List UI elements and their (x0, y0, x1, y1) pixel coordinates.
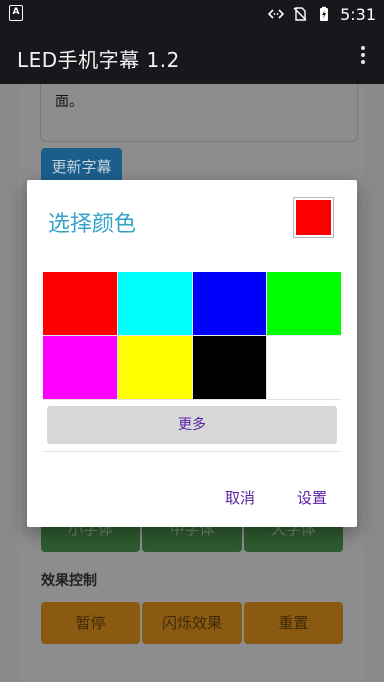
color-swatch-blue[interactable] (192, 272, 267, 335)
selected-color-preview (293, 197, 334, 238)
color-swatch-green[interactable] (267, 272, 341, 335)
dialog-title: 选择颜色 (48, 212, 137, 237)
color-picker-dialog: 选择颜色 更多 取消 设置 (27, 180, 357, 527)
divider (43, 451, 341, 452)
blink-effect-button[interactable]: 闪烁效果 (142, 602, 242, 644)
color-swatch-black[interactable] (192, 336, 267, 399)
cancel-button[interactable]: 取消 (225, 487, 255, 508)
subtitle-text-input[interactable] (40, 84, 358, 142)
color-swatch-red[interactable] (43, 272, 117, 335)
effect-control-label: 效果控制 (41, 573, 97, 589)
accessibility-notification-icon: A (9, 5, 23, 21)
divider (43, 399, 341, 400)
status-time: 5:31 (340, 4, 376, 24)
status-bar: A 5:31 (0, 0, 384, 28)
app-bar: LED手机字幕 1.2 (0, 28, 384, 84)
color-swatch-yellow[interactable] (117, 336, 192, 399)
pause-button[interactable]: 暂停 (41, 602, 141, 644)
code-brackets-icon (268, 9, 285, 19)
confirm-button[interactable]: 设置 (297, 487, 327, 508)
color-palette (43, 272, 341, 399)
app-title: LED手机字幕 1.2 (17, 48, 180, 72)
dialog-actions: 取消 设置 (225, 487, 327, 508)
reset-button[interactable]: 重置 (243, 602, 343, 644)
more-vert-icon[interactable] (360, 46, 366, 66)
status-icons: 5:31 (268, 3, 376, 25)
effect-buttons: 暂停 闪烁效果 重置 (41, 602, 343, 644)
subtitle-text-value: 面。 (55, 94, 83, 110)
color-swatch-white[interactable] (267, 336, 341, 399)
more-colors-button[interactable]: 更多 (47, 406, 337, 444)
color-swatch-cyan[interactable] (117, 272, 192, 335)
app-screen: A 5:31 LED手机字幕 1.2 面。 更新字幕 小字体 中字体 大字体 效… (0, 0, 384, 682)
selected-color-fill (296, 200, 331, 235)
no-sim-icon (293, 7, 307, 21)
color-swatch-magenta[interactable] (43, 336, 117, 399)
battery-charging-icon (320, 6, 329, 21)
